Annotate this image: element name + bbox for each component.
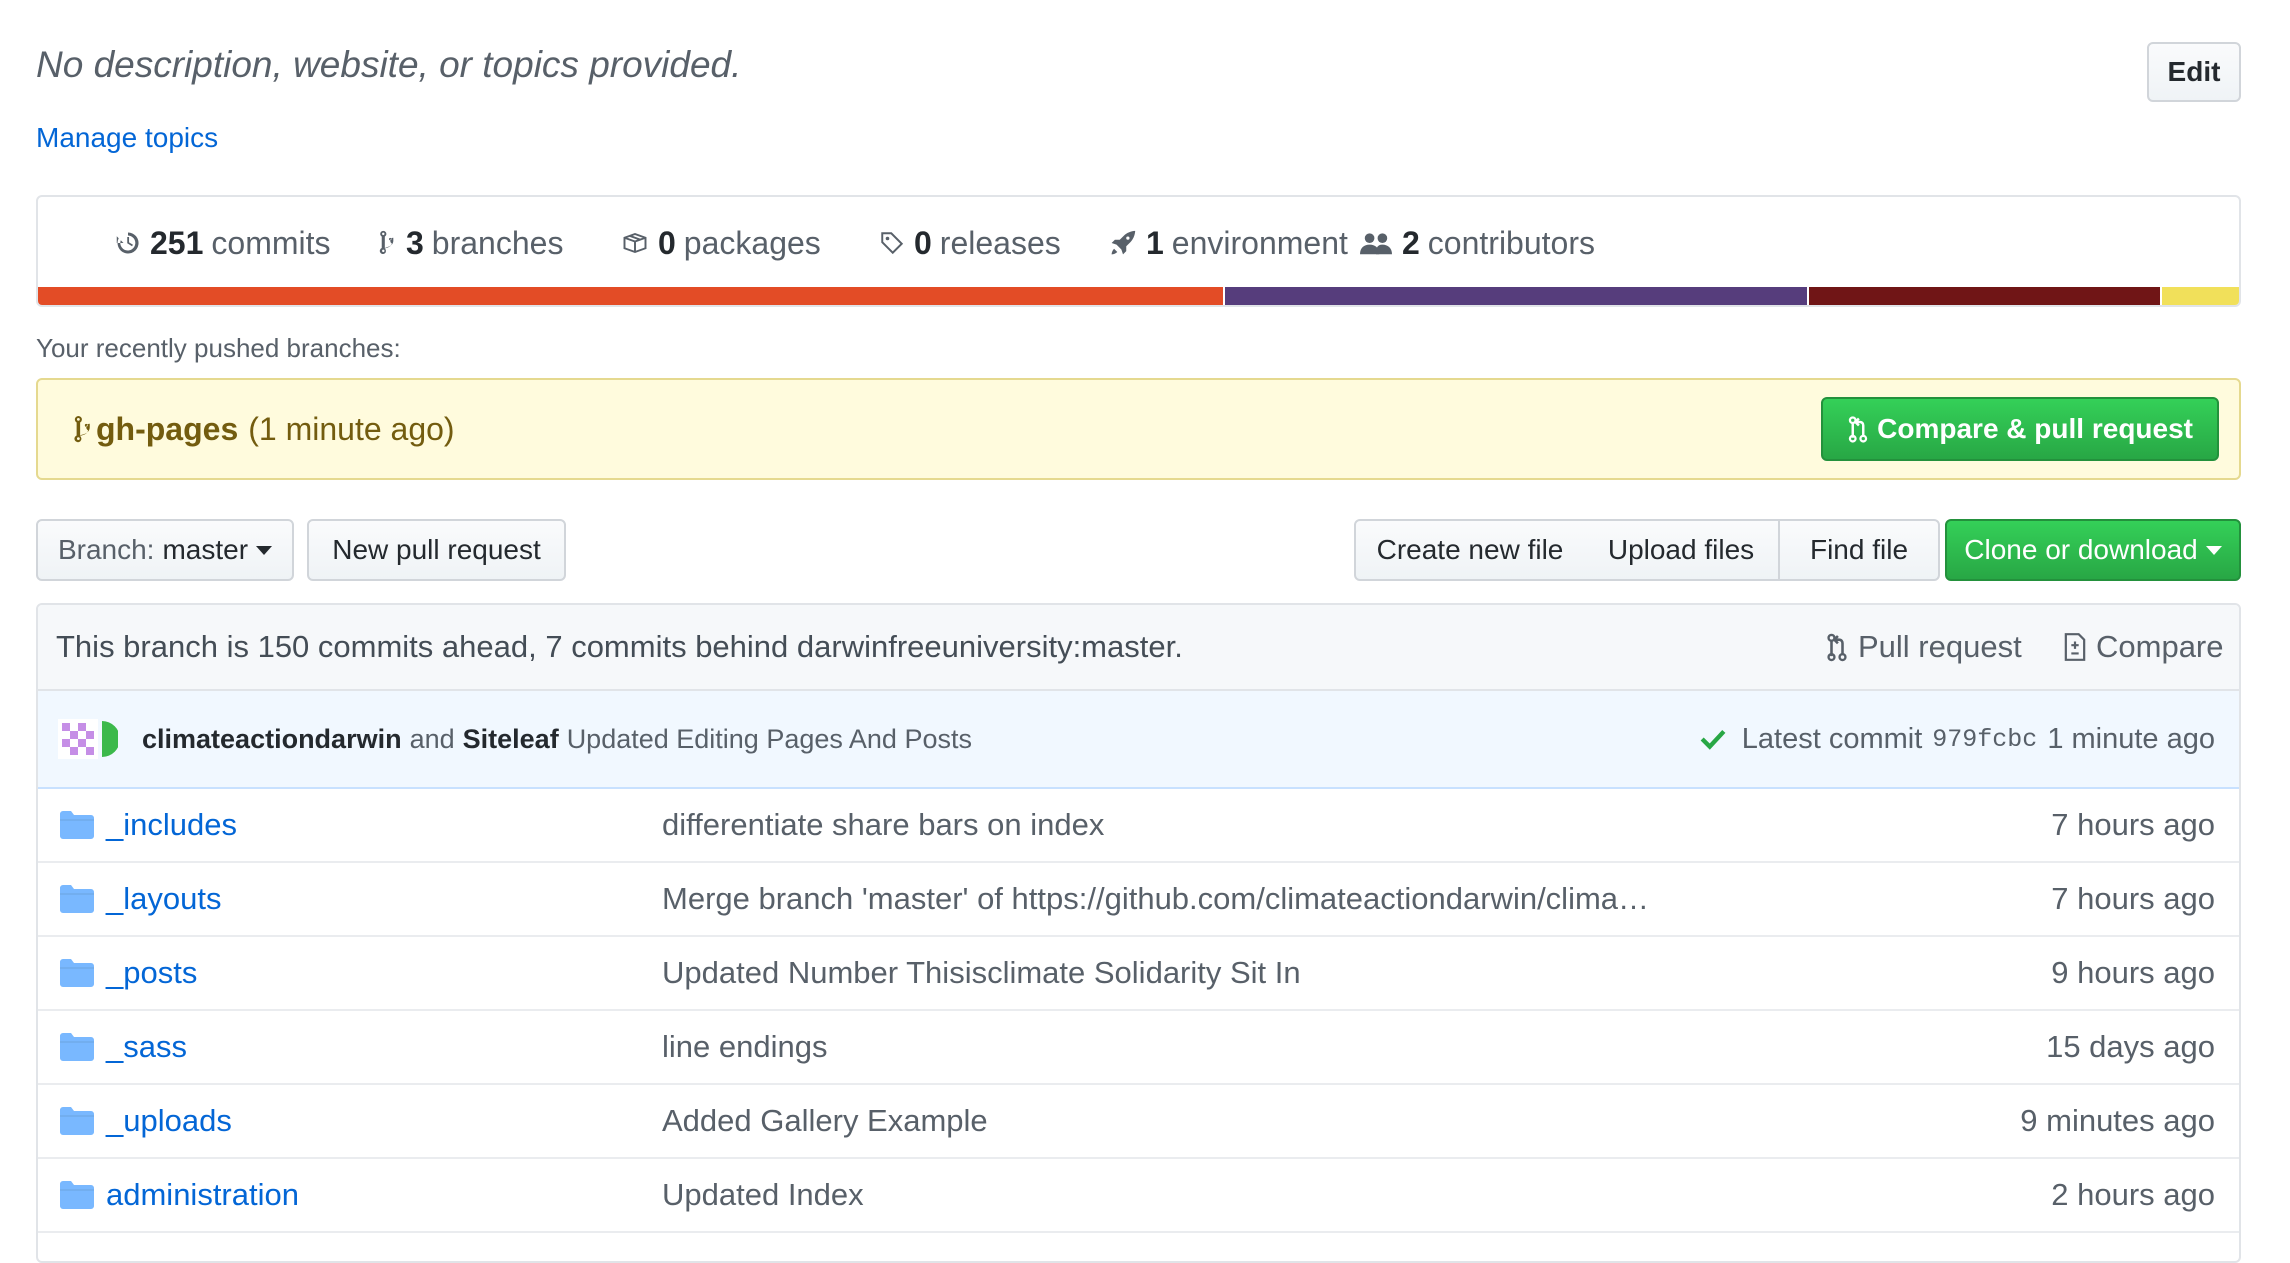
file-commit-age: 7 hours ago xyxy=(2051,807,2215,842)
commit-author-link[interactable]: climateactiondarwin xyxy=(142,724,402,755)
branches-stat[interactable]: 3 branches xyxy=(376,197,563,289)
git-branch-icon xyxy=(74,415,90,443)
packages-stat[interactable]: 0 packages xyxy=(622,197,821,289)
folder-icon xyxy=(60,1107,94,1135)
folder-icon xyxy=(60,885,94,913)
commits-stat[interactable]: 251 commits xyxy=(116,197,331,289)
new-pull-request-button[interactable]: New pull request xyxy=(307,519,566,581)
edit-button[interactable]: Edit xyxy=(2147,42,2241,102)
file-row: _uploads Added Gallery Example 9 minutes a… xyxy=(38,1085,2239,1159)
file-commit-age: 9 hours ago xyxy=(2051,955,2215,990)
language-segment[interactable] xyxy=(1223,287,1807,305)
language-segment[interactable] xyxy=(38,287,1224,305)
repo-summary: 251 commits 3 branches 0 packages 0 rele… xyxy=(36,195,2241,307)
recent-branches-label: Your recently pushed branches: xyxy=(36,333,401,363)
file-row: _includes differentiate share bars on ind… xyxy=(38,789,2239,863)
recent-branch-name[interactable]: gh-pages xyxy=(96,411,238,448)
file-commit-message-link[interactable]: Added Gallery Example xyxy=(662,1085,988,1157)
git-pull-request-icon xyxy=(1848,416,1868,443)
repo-description: No description, website, or topics provi… xyxy=(36,44,742,85)
file-name-link[interactable]: _posts xyxy=(106,937,197,1009)
file-commit-age: 15 days ago xyxy=(2046,1029,2215,1064)
tag-icon xyxy=(881,232,904,255)
file-browser: This branch is 150 commits ahead, 7 comm… xyxy=(36,603,2241,1263)
branch-select-button[interactable]: Branch: master xyxy=(36,519,294,581)
file-row: _posts Updated Number Thisisclimate Solid… xyxy=(38,937,2239,1011)
file-name-link[interactable]: administration xyxy=(106,1159,299,1231)
file-commit-message-link[interactable]: line endings xyxy=(662,1011,827,1083)
caret-down-icon xyxy=(256,545,273,555)
file-diff-icon xyxy=(2064,633,2086,661)
folder-icon xyxy=(60,1033,94,1061)
file-name-link[interactable]: _includes xyxy=(106,789,237,861)
file-commit-message-link[interactable]: Merge branch 'master' of https://github.… xyxy=(662,863,1649,935)
manage-topics-link[interactable]: Manage topics xyxy=(36,122,218,154)
language-segment[interactable] xyxy=(1806,287,2161,305)
file-row: _layouts Merge branch 'master' of https:/… xyxy=(38,863,2239,937)
create-new-file-button[interactable]: Create new file xyxy=(1354,519,1586,581)
file-commit-message-link[interactable]: differentiate share bars on index xyxy=(662,789,1104,861)
file-commit-age: 9 minutes ago xyxy=(2020,1103,2215,1138)
file-commit-message-link[interactable]: Updated Index xyxy=(662,1159,864,1231)
package-icon xyxy=(623,232,647,254)
folder-icon xyxy=(60,959,94,987)
folder-icon xyxy=(60,811,94,839)
git-branch-icon xyxy=(379,230,394,255)
language-segment[interactable] xyxy=(2160,287,2239,305)
commit-coauthor-link[interactable]: Siteleaf xyxy=(463,724,559,755)
latest-commit-message: climateactiondarwin and Siteleaf Updated… xyxy=(142,723,972,755)
file-name-link[interactable]: _uploads xyxy=(106,1085,232,1157)
pull-request-link[interactable]: Pull request xyxy=(1826,605,2022,689)
clone-or-download-button[interactable]: Clone or download xyxy=(1945,519,2241,581)
people-icon xyxy=(1360,233,1392,255)
file-row: _sass line endings 15 days ago xyxy=(38,1011,2239,1085)
git-pull-request-icon xyxy=(1827,633,1847,662)
contributors-stat[interactable]: 2 contributors xyxy=(1360,197,1595,289)
repo-page: No description, website, or topics provi… xyxy=(0,0,2290,1263)
recent-branch: gh-pages (1 minute ago) xyxy=(72,380,455,478)
upload-files-button[interactable]: Upload files xyxy=(1584,519,1780,581)
latest-commit-meta: Latest commit 979fcbc 1 minute ago xyxy=(1700,691,2215,787)
repo-description-row: No description, website, or topics provi… xyxy=(36,40,2241,110)
find-file-button[interactable]: Find file xyxy=(1778,519,1940,581)
compare-pull-request-button[interactable]: Compare & pull request xyxy=(1821,397,2219,461)
commit-message-link[interactable]: Updated Editing Pages And Posts xyxy=(567,724,972,755)
commit-time: 1 minute ago xyxy=(2047,722,2215,755)
branch-comparison-bar: This branch is 150 commits ahead, 7 comm… xyxy=(38,605,2239,691)
rocket-icon xyxy=(1111,230,1136,255)
language-bar[interactable] xyxy=(38,287,2239,305)
avatar-group[interactable] xyxy=(58,717,118,761)
history-icon xyxy=(116,232,139,254)
caret-down-icon xyxy=(2205,545,2222,555)
file-name-link[interactable]: _sass xyxy=(106,1011,187,1083)
releases-stat[interactable]: 0 releases xyxy=(880,197,1061,289)
latest-commit-bar: climateactiondarwin and Siteleaf Updated… xyxy=(38,691,2239,789)
branch-name: master xyxy=(162,534,249,565)
folder-icon xyxy=(60,1181,94,1209)
recent-branch-time: (1 minute ago) xyxy=(248,410,455,447)
file-commit-age: 7 hours ago xyxy=(2051,881,2215,916)
compare-link[interactable]: Compare xyxy=(2064,605,2224,689)
file-commit-age: 2 hours ago xyxy=(2051,1177,2215,1212)
environment-stat[interactable]: 1 environment xyxy=(1110,197,1348,289)
commit-sha-link[interactable]: 979fcbc xyxy=(1932,725,2037,754)
check-icon xyxy=(1700,729,1726,750)
recent-branch-banner: gh-pages (1 minute ago) Compare & pull r… xyxy=(36,378,2241,480)
branch-comparison-text: This branch is 150 commits ahead, 7 comm… xyxy=(56,629,1183,664)
file-commit-message-link[interactable]: Updated Number Thisisclimate Solidarity … xyxy=(662,937,1301,1009)
file-row: administration Updated Index 2 hours ago xyxy=(38,1159,2239,1233)
file-name-link[interactable]: _layouts xyxy=(106,863,221,935)
